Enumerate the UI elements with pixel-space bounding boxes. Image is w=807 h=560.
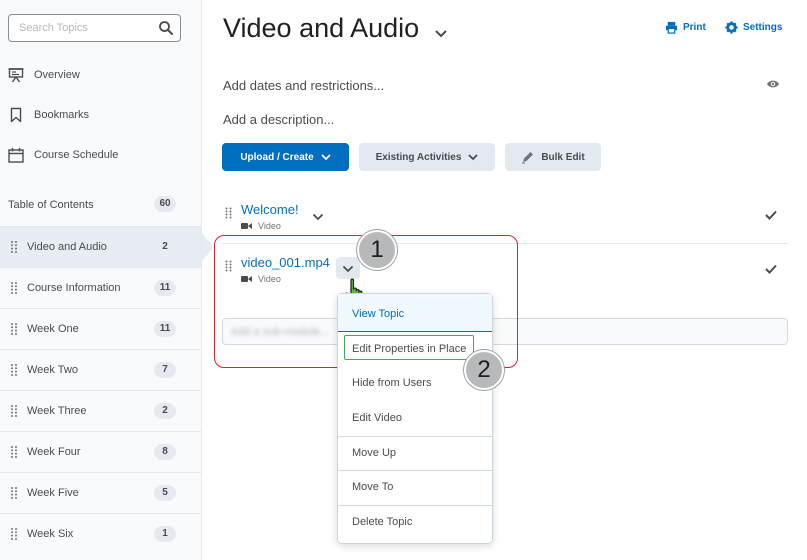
- menu-item-label: Edit Video: [352, 412, 402, 424]
- sidebar-module-week-one[interactable]: Week One 11: [0, 308, 201, 349]
- module-label: Week Five: [27, 487, 79, 499]
- chevron-down-icon[interactable]: [434, 29, 448, 39]
- upload-create-label: Upload / Create: [240, 151, 314, 163]
- drag-handle-icon[interactable]: [225, 207, 232, 219]
- drag-handle-icon[interactable]: [10, 240, 18, 254]
- topic-context-menu: View Topic Edit Properties in Place Hide…: [337, 293, 493, 544]
- sidebar: Overview Bookmarks Course Schedule Table…: [0, 0, 214, 560]
- menu-separator: [338, 505, 492, 506]
- drag-handle-icon[interactable]: [10, 322, 18, 336]
- nav-item-overview[interactable]: Overview: [0, 60, 201, 90]
- pencil-icon: [522, 152, 534, 164]
- settings-button[interactable]: Settings: [725, 21, 782, 34]
- sidebar-module-course-information[interactable]: Course Information 11: [0, 267, 201, 308]
- sidebar-module-week-five[interactable]: Week Five 5: [0, 472, 201, 513]
- nav-item-bookmarks[interactable]: Bookmarks: [0, 100, 201, 130]
- menu-item-label: Hide from Users: [352, 377, 432, 389]
- add-dates-link[interactable]: Add dates and restrictions...: [223, 78, 384, 93]
- module-label: Video and Audio: [27, 241, 107, 253]
- search-box: [8, 14, 181, 42]
- sidebar-module-week-two[interactable]: Week Two 7: [0, 349, 201, 390]
- module-count-badge: 11: [154, 280, 176, 296]
- bulk-edit-label: Bulk Edit: [541, 151, 585, 163]
- module-label: Course Information: [27, 282, 121, 294]
- module-label: Week Three: [27, 405, 87, 417]
- menu-item-edit-video[interactable]: Edit Video: [338, 404, 492, 434]
- menu-item-edit-properties-in-place[interactable]: Edit Properties in Place: [344, 335, 474, 360]
- module-label: Week Four: [27, 446, 81, 458]
- menu-item-label: Move Up: [352, 447, 397, 459]
- menu-item-view-topic[interactable]: View Topic: [338, 294, 492, 331]
- step-1-badge: 1: [357, 230, 397, 270]
- nav-label: Course Schedule: [34, 149, 119, 161]
- menu-item-delete-topic[interactable]: Delete Topic: [338, 508, 492, 538]
- chevron-down-icon: [321, 153, 331, 160]
- table-of-contents-header[interactable]: Table of Contents 60: [0, 194, 201, 216]
- module-label: Week One: [27, 323, 79, 335]
- search-input[interactable]: [9, 15, 149, 41]
- menu-item-move-to[interactable]: Move To: [338, 473, 492, 503]
- step-2-badge: 2: [464, 350, 504, 390]
- sidebar-module-week-six[interactable]: Week Six 1: [0, 513, 201, 554]
- print-button[interactable]: Print: [665, 21, 706, 34]
- sidebar-module-video-and-audio[interactable]: Video and Audio 2: [0, 226, 214, 267]
- module-count-badge: 7: [154, 362, 176, 378]
- calendar-icon: [8, 148, 24, 163]
- module-count-badge: 2: [154, 403, 176, 419]
- sidebar-module-week-four[interactable]: Week Four 8: [0, 431, 201, 472]
- check-icon: [765, 210, 777, 220]
- menu-item-label: Move To: [352, 481, 394, 493]
- existing-activities-label: Existing Activities: [375, 151, 462, 163]
- eye-icon[interactable]: [766, 79, 780, 89]
- nav-label: Bookmarks: [34, 109, 90, 121]
- sidebar-module-week-three[interactable]: Week Three 2: [0, 390, 201, 431]
- topic-title-link[interactable]: Welcome!: [241, 202, 299, 217]
- add-description-link[interactable]: Add a description...: [223, 112, 334, 127]
- video-camera-icon: [241, 223, 252, 229]
- page-title[interactable]: Video and Audio: [223, 13, 419, 44]
- module-count-badge: 8: [154, 444, 176, 460]
- menu-separator: [338, 436, 492, 437]
- module-label: Week Two: [27, 364, 78, 376]
- bulk-edit-button[interactable]: Bulk Edit: [505, 143, 601, 171]
- module-count-badge: 11: [154, 321, 176, 337]
- print-label: Print: [683, 22, 706, 33]
- menu-separator: [338, 331, 492, 332]
- menu-separator: [338, 470, 492, 471]
- printer-icon: [665, 21, 678, 34]
- nav-label: Overview: [34, 69, 80, 81]
- search-icon[interactable]: [158, 20, 174, 36]
- topic-type: Video: [241, 221, 281, 231]
- gear-icon: [725, 21, 738, 34]
- module-count-badge: 1: [154, 526, 176, 542]
- topic-type-label: Video: [258, 221, 281, 231]
- main-content: Video and Audio Print Settings Add dates…: [203, 0, 807, 560]
- presentation-icon: [8, 68, 24, 83]
- drag-handle-icon[interactable]: [10, 404, 18, 418]
- toc-count-badge: 60: [154, 196, 176, 212]
- settings-label: Settings: [743, 22, 783, 33]
- drag-handle-icon[interactable]: [10, 445, 18, 459]
- module-label: Week Six: [27, 528, 74, 540]
- toc-label: Table of Contents: [8, 199, 94, 211]
- check-icon: [765, 264, 777, 274]
- chevron-down-icon[interactable]: [312, 213, 324, 221]
- chevron-down-icon: [468, 153, 479, 160]
- menu-item-move-up[interactable]: Move Up: [338, 439, 492, 469]
- menu-item-label: Delete Topic: [352, 516, 413, 528]
- module-count-badge: 2: [162, 241, 168, 252]
- drag-handle-icon[interactable]: [10, 486, 18, 500]
- drag-handle-icon[interactable]: [10, 281, 18, 295]
- menu-item-label: Edit Properties in Place: [352, 343, 467, 355]
- module-count-badge: 5: [154, 485, 176, 501]
- existing-activities-button[interactable]: Existing Activities: [359, 143, 495, 171]
- drag-handle-icon[interactable]: [10, 363, 18, 377]
- menu-item-label: View Topic: [352, 308, 405, 320]
- bookmark-icon: [10, 107, 22, 123]
- drag-handle-icon[interactable]: [10, 527, 18, 541]
- upload-create-button[interactable]: Upload / Create: [222, 143, 349, 171]
- nav-item-course-schedule[interactable]: Course Schedule: [0, 140, 201, 170]
